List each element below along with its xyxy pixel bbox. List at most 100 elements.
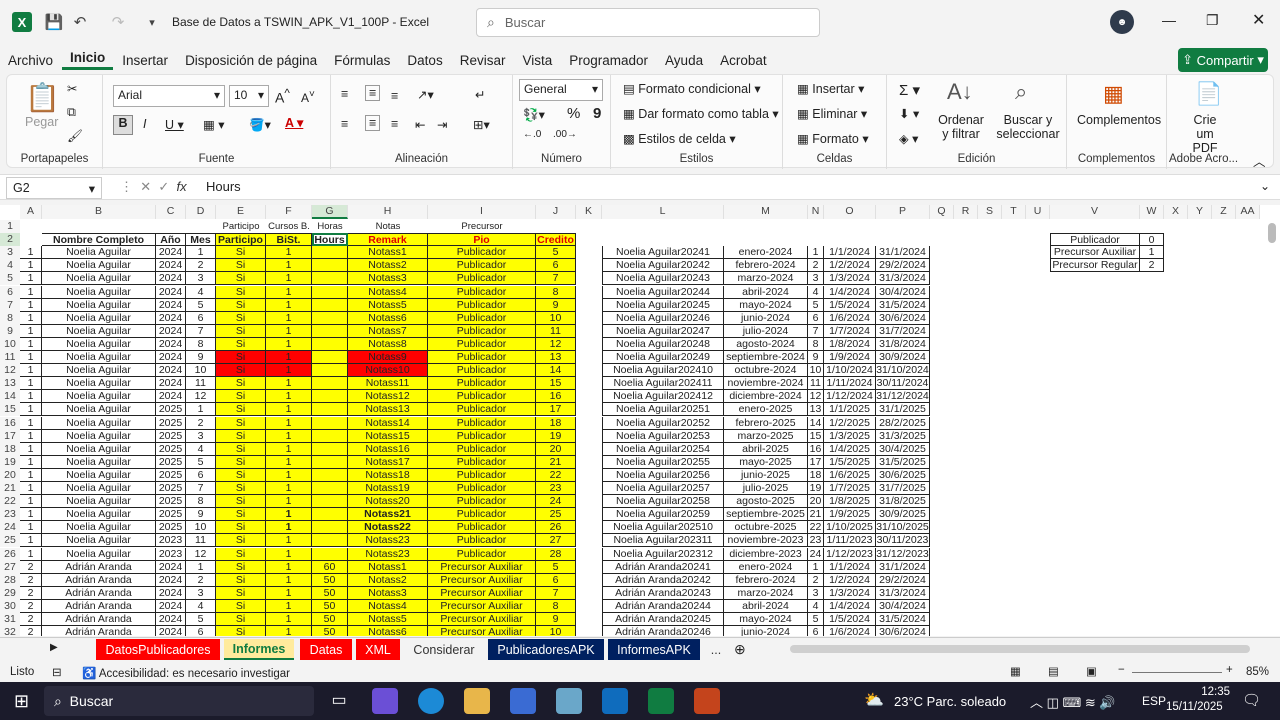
cell-H16[interactable]: Notass14: [348, 416, 428, 430]
cell-D24[interactable]: 10: [186, 521, 216, 535]
cell-F24[interactable]: 1: [266, 521, 312, 535]
cell-G14[interactable]: [312, 390, 348, 404]
cell-F3[interactable]: 1: [266, 246, 312, 260]
cell-O22[interactable]: 1/8/2025: [824, 495, 876, 509]
cell-E7[interactable]: Si: [216, 298, 266, 312]
addins-button[interactable]: Complementos: [1077, 113, 1161, 127]
cell-G23[interactable]: [312, 508, 348, 522]
customize-qat-icon[interactable]: ▾: [140, 10, 164, 34]
cell-B16[interactable]: Noelia Aguilar: [42, 416, 156, 430]
cell-N3[interactable]: 1: [808, 246, 824, 260]
cell-G17[interactable]: [312, 429, 348, 443]
row-header-18[interactable]: 18: [0, 442, 20, 456]
cell-L13[interactable]: Noelia Aguilar202411: [602, 377, 724, 391]
cell-F9[interactable]: 1: [266, 324, 312, 338]
cell-C31[interactable]: 2024: [156, 613, 186, 627]
cell-O10[interactable]: 1/8/2024: [824, 337, 876, 351]
column-header-AA[interactable]: AA: [1236, 205, 1260, 219]
font-color-icon[interactable]: A ▾: [285, 115, 303, 130]
cell-E22[interactable]: Si: [216, 495, 266, 509]
cell-L30[interactable]: Adrián Aranda20244: [602, 599, 724, 613]
cell-A21[interactable]: 1: [20, 482, 42, 496]
cell-D3[interactable]: 1: [186, 246, 216, 260]
cell-O30[interactable]: 1/4/2024: [824, 599, 876, 613]
cell-O28[interactable]: 1/2/2024: [824, 573, 876, 587]
cell-A13[interactable]: 1: [20, 377, 42, 391]
column-header-M[interactable]: M: [724, 205, 808, 219]
cell-P9[interactable]: 31/7/2024: [876, 324, 930, 338]
cell-F7[interactable]: 1: [266, 298, 312, 312]
sort-filter-icon[interactable]: A↓: [947, 79, 973, 105]
cell-D21[interactable]: 7: [186, 482, 216, 496]
cell-C11[interactable]: 2024: [156, 351, 186, 365]
column-header-E[interactable]: E: [216, 205, 266, 219]
cell-N11[interactable]: 9: [808, 351, 824, 365]
cell-I32[interactable]: Precursor Auxiliar: [428, 626, 536, 636]
clear-icon[interactable]: ◈ ▾: [899, 131, 918, 146]
cell-P31[interactable]: 31/5/2024: [876, 613, 930, 627]
column-header-F[interactable]: F: [266, 205, 312, 219]
cell-A12[interactable]: 1: [20, 364, 42, 378]
cell-E2[interactable]: Participo: [216, 233, 266, 247]
cell-H23[interactable]: Notass21: [348, 508, 428, 522]
excel-taskbar-icon[interactable]: [648, 688, 674, 714]
cell-H12[interactable]: Notass10: [348, 364, 428, 378]
cell-O18[interactable]: 1/4/2025: [824, 442, 876, 456]
cell-J11[interactable]: 13: [536, 351, 576, 365]
cell-I14[interactable]: Publicador: [428, 390, 536, 404]
cell-F29[interactable]: 1: [266, 586, 312, 600]
cell-D14[interactable]: 12: [186, 390, 216, 404]
fill-color-icon[interactable]: 🪣▾: [249, 117, 271, 133]
cell-D29[interactable]: 3: [186, 586, 216, 600]
underline-button[interactable]: U ▾: [165, 117, 184, 132]
find-select-icon[interactable]: ⌕: [1015, 79, 1027, 105]
italic-button[interactable]: I: [143, 117, 146, 131]
increase-font-icon[interactable]: A^: [275, 87, 290, 106]
cell-E28[interactable]: Si: [216, 573, 266, 587]
column-header-Z[interactable]: Z: [1212, 205, 1236, 219]
cell-G6[interactable]: [312, 285, 348, 299]
cell-G11[interactable]: [312, 351, 348, 365]
cell-B29[interactable]: Adrián Aranda: [42, 586, 156, 600]
cell-B24[interactable]: Noelia Aguilar: [42, 521, 156, 535]
column-header-N[interactable]: N: [808, 205, 824, 219]
cell-C27[interactable]: 2024: [156, 560, 186, 574]
cell-F28[interactable]: 1: [266, 573, 312, 587]
cell-M29[interactable]: marzo-2024: [724, 586, 808, 600]
cell-D25[interactable]: 11: [186, 534, 216, 548]
cell-E15[interactable]: Si: [216, 403, 266, 417]
cell-O19[interactable]: 1/5/2025: [824, 455, 876, 469]
cell-C15[interactable]: 2025: [156, 403, 186, 417]
cell-I18[interactable]: Publicador: [428, 442, 536, 456]
powerpoint-icon[interactable]: [694, 688, 720, 714]
cell-L3[interactable]: Noelia Aguilar20241: [602, 246, 724, 260]
cell-M6[interactable]: abril-2024: [724, 285, 808, 299]
cell-J7[interactable]: 9: [536, 298, 576, 312]
cell-A15[interactable]: 1: [20, 403, 42, 417]
cell-D15[interactable]: 1: [186, 403, 216, 417]
menu-tab-frmulas[interactable]: Fórmulas: [326, 53, 398, 68]
tray-icons[interactable]: ︿ ◫ ⌨ ≋ 🔊: [1030, 692, 1116, 711]
row-header-14[interactable]: 14: [0, 390, 20, 404]
cell-L6[interactable]: Noelia Aguilar20244: [602, 285, 724, 299]
vertical-scrollbar[interactable]: [1268, 223, 1276, 243]
cell-F23[interactable]: 1: [266, 508, 312, 522]
cell-B13[interactable]: Noelia Aguilar: [42, 377, 156, 391]
cell-O11[interactable]: 1/9/2024: [824, 351, 876, 365]
cell-G13[interactable]: [312, 377, 348, 391]
cell-C8[interactable]: 2024: [156, 311, 186, 325]
cell-F32[interactable]: 1: [266, 626, 312, 636]
cell-O13[interactable]: 1/11/2024: [824, 377, 876, 391]
cell-N7[interactable]: 5: [808, 298, 824, 312]
format-cells-button[interactable]: ▦ Formato ▾: [797, 131, 869, 146]
cell-H24[interactable]: Notass22: [348, 521, 428, 535]
cell-J32[interactable]: 10: [536, 626, 576, 636]
cell-L29[interactable]: Adrián Aranda20243: [602, 586, 724, 600]
cell-N22[interactable]: 20: [808, 495, 824, 509]
cell-N4[interactable]: 2: [808, 259, 824, 273]
cell-N12[interactable]: 10: [808, 364, 824, 378]
cell-C20[interactable]: 2025: [156, 468, 186, 482]
cell-N16[interactable]: 14: [808, 416, 824, 430]
cell-E17[interactable]: Si: [216, 429, 266, 443]
row-header-30[interactable]: 30: [0, 599, 20, 613]
